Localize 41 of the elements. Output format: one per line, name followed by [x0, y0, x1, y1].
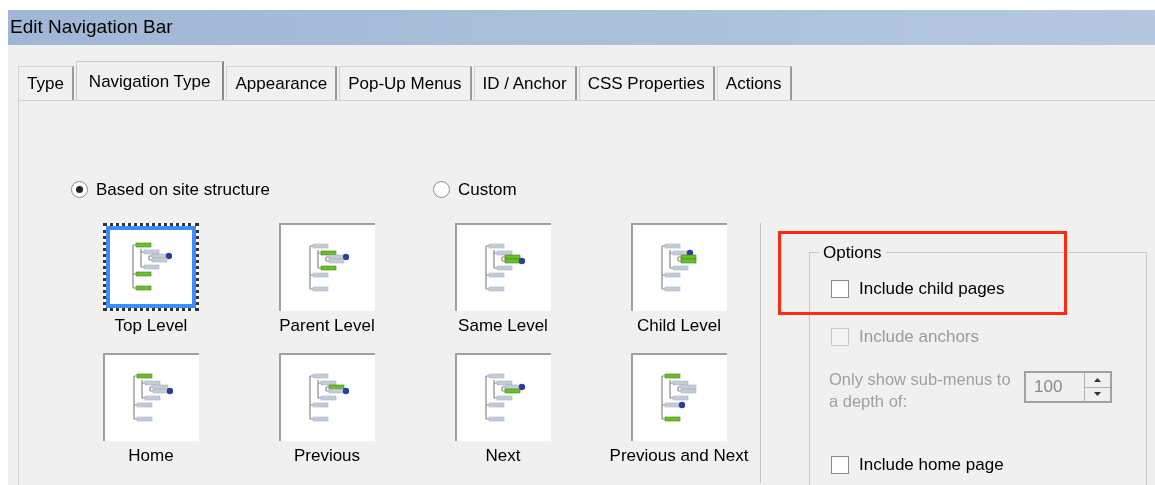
spinner-value: 100: [1033, 376, 1064, 398]
navigation-type-tile[interactable]: [455, 352, 551, 441]
navigation-type-tile[interactable]: [103, 223, 199, 311]
checkbox-label: Include child pages: [859, 278, 1005, 300]
navigation-type-label: Child Level: [636, 315, 722, 337]
tab[interactable]: Appearance: [226, 66, 338, 100]
site-tree-icon: [307, 371, 349, 424]
navigation-type-label: Previous: [293, 444, 361, 467]
tab[interactable]: Type: [18, 66, 74, 100]
site-tree-icon: [130, 241, 172, 293]
navigation-type-label: Home: [128, 444, 174, 467]
depth-label: Only show sub-menus to a depth of:: [829, 369, 1012, 412]
checkbox[interactable]: [831, 279, 849, 298]
radio-label: Based on site structure: [96, 179, 270, 201]
tab[interactable]: Pop-Up Menus: [339, 66, 472, 100]
navigation-type-label: Top Level: [114, 315, 188, 337]
site-tree-icon: [131, 371, 173, 424]
site-tree-icon: [307, 242, 349, 294]
navigation-type-tile[interactable]: [631, 223, 727, 311]
navigation-type-tile[interactable]: [279, 352, 375, 441]
radio-button[interactable]: [433, 181, 450, 199]
navigation-type-tile[interactable]: [103, 352, 199, 441]
navigation-type-tile[interactable]: [279, 223, 375, 311]
tab[interactable]: CSS Properties: [578, 66, 715, 100]
navigation-type-label: Parent Level: [279, 315, 375, 337]
tab[interactable]: ID / Anchor: [473, 66, 577, 100]
checkbox-label: Include anchors: [859, 326, 980, 348]
navigation-type-label: Next: [485, 444, 521, 467]
navigation-type-tile[interactable]: [631, 352, 727, 441]
window-title: Edit Navigation Bar: [8, 10, 1155, 45]
site-tree-icon: [483, 242, 525, 294]
site-tree-icon: [483, 371, 525, 424]
checkbox[interactable]: [831, 455, 849, 474]
radio-label: Custom: [458, 179, 517, 201]
navigation-type-label: Same Level: [458, 315, 548, 337]
tab[interactable]: Navigation Type: [75, 61, 225, 101]
navigation-type-label: Previous and Next: [609, 444, 749, 467]
tab[interactable]: Actions: [716, 66, 792, 100]
navigation-type-tile[interactable]: [455, 223, 551, 311]
radio-button[interactable]: [71, 181, 88, 199]
checkbox-label: Include home page: [859, 454, 1004, 476]
